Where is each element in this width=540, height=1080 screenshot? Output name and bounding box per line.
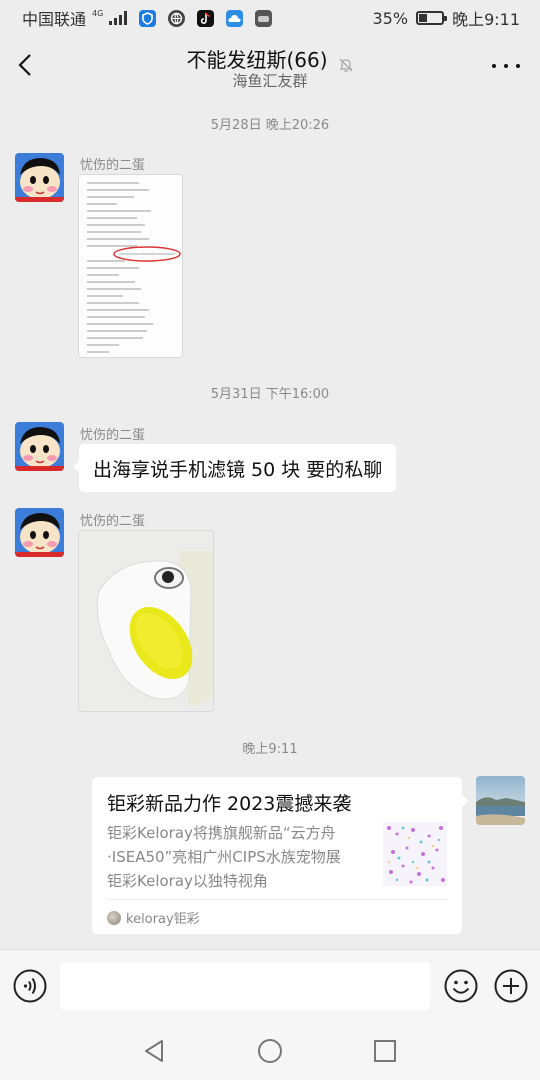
link-card-source: keloray钜彩 [107,899,447,927]
battery-fill [419,14,428,22]
link-card-desc-line: 钜彩Keloray以独特视角 [107,872,268,890]
cartoon-avatar-image [15,508,64,557]
plus-circle-icon [494,969,528,1003]
nav-recents-button[interactable] [371,1037,399,1065]
timestamp: 5月31日 下午16:00 [210,387,330,402]
message-text: 出海享说手机滤镜 50 块 要的私聊 [93,458,383,481]
network-type: 4G [92,9,104,18]
image-message-screenshot[interactable] [78,174,183,358]
circle-home-icon [258,1039,282,1063]
triangle-back-icon [145,1040,163,1062]
emoji-button[interactable] [444,969,478,1003]
carrier-name: 中国联通 [22,10,87,29]
game-app-icon [255,9,273,27]
my-avatar[interactable] [476,776,525,825]
shield-app-icon [139,9,157,27]
link-card-thumbnail [383,822,447,886]
voice-icon [13,969,47,1003]
phone-filter-photo-image [79,531,213,711]
link-card-desc-line: 钜彩Keloray将携旗舰新品“云方舟 [107,824,336,842]
group-name: 不能发纽斯(66) [186,48,328,72]
system-nav-bar [0,1023,540,1080]
timestamp: 晚上9:11 [242,742,298,757]
timestamp: 5月28日 晚上20:26 [210,118,330,133]
message-input-bar [0,949,540,1023]
more-functions-button[interactable] [494,969,528,1003]
chat-header: 不能发纽斯(66) 海鱼汇友群 [0,36,540,96]
battery-percent: 35% [372,8,409,28]
cloud-app-icon [226,9,244,27]
ellipsis-dot [504,64,508,68]
sender-name: 忧伤的二蛋 [80,514,146,529]
link-card-description: 钜彩Keloray将携旗舰新品“云方舟 ·ISEA50”亮相广州CIPS水族宠物… [107,821,369,893]
link-card-desc-line: ·ISEA50”亮相广州CIPS水族宠物展 [107,848,341,866]
bell-off-icon [338,54,354,72]
source-name: keloray钜彩 [126,912,200,927]
tiktok-app-icon [197,9,215,27]
colorful-speckle-thumbnail-image [383,822,447,886]
avatar[interactable] [15,422,64,471]
text-message-bubble[interactable]: 出海享说手机滤镜 50 块 要的私聊 [72,444,397,492]
clock: 晚上9:11 [452,10,520,29]
message-input[interactable] [60,962,430,1010]
globe-app-icon [168,9,186,27]
avatar[interactable] [15,153,64,202]
cartoon-avatar-image [15,422,64,471]
ellipsis-icon [492,64,496,68]
voice-button[interactable] [13,969,47,1003]
seaside-landscape-avatar-image [476,776,525,825]
more-button[interactable] [492,54,520,78]
emoji-icon [444,969,478,1003]
sender-name: 忧伤的二蛋 [80,428,146,443]
link-card-title: 钜彩新品力作 2023震撼来袭 [107,793,352,815]
link-card[interactable]: 钜彩新品力作 2023震撼来袭 钜彩Keloray将携旗舰新品“云方舟 ·ISE… [92,777,469,934]
battery-icon [416,11,448,25]
chat-subtitle: 海鱼汇友群 [232,72,308,90]
chat-title: 不能发纽斯(66) [0,44,540,73]
document-screenshot-image [79,175,182,357]
nav-home-button[interactable] [256,1037,284,1065]
sender-name: 忧伤的二蛋 [80,158,146,173]
status-bar: 中国联通 4G 35% 晚上9:11 [0,0,540,36]
nav-back-button[interactable] [141,1037,169,1065]
ellipsis-dot [516,64,520,68]
square-recents-icon [374,1040,396,1062]
signal-icon [109,11,128,25]
source-logo-icon [107,910,121,925]
cartoon-avatar-image [15,153,64,202]
image-message-photo[interactable] [78,530,214,712]
avatar[interactable] [15,508,64,557]
